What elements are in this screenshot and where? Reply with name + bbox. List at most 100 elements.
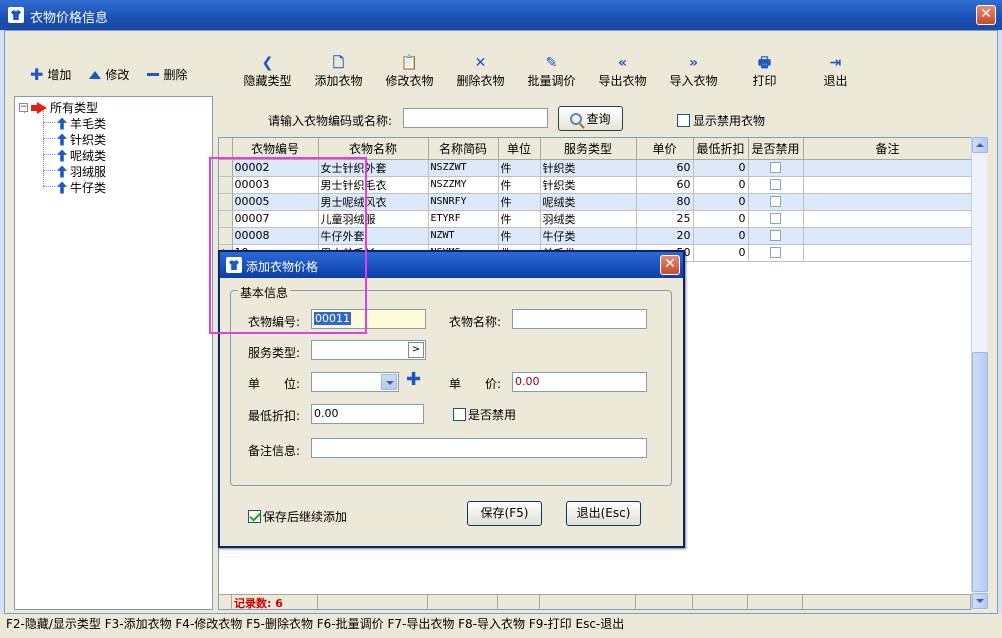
checkbox-icon[interactable]: [677, 114, 690, 127]
checkbox-icon[interactable]: [770, 179, 781, 190]
tree-node-down-jacket[interactable]: 羽绒服: [57, 163, 106, 180]
table-row[interactable]: 00008 牛仔外套 NZWT 件 牛仔类 20 0: [219, 227, 973, 245]
cell-name: 牛仔外套: [318, 227, 429, 245]
continue-add-checkbox[interactable]: 保存后继续添加: [248, 508, 347, 525]
tree-node-wool[interactable]: 羊毛类: [57, 115, 106, 132]
row-indicator: [219, 159, 233, 177]
cell-remark: [803, 159, 973, 177]
disabled-checkbox[interactable]: 是否禁用: [453, 406, 516, 423]
cell-disabled[interactable]: [748, 227, 804, 245]
cell-unit: 件: [498, 227, 541, 245]
cell-disabled[interactable]: [748, 193, 804, 211]
search-input[interactable]: [403, 108, 548, 128]
tree-root-all-types[interactable]: − 所有类型: [19, 99, 98, 116]
header-indicator: [219, 138, 233, 160]
remark-field[interactable]: [311, 438, 647, 458]
print-button[interactable]: 🖶 打印: [729, 54, 800, 89]
cell-abbr: NSNRFY: [428, 193, 499, 211]
checkbox-icon[interactable]: [770, 196, 781, 207]
cell-abbr: NSZZWT: [428, 159, 499, 177]
chevron-down-icon[interactable]: [381, 374, 397, 390]
show-disabled-label: 显示禁用衣物: [693, 114, 766, 128]
add-unit-plus-icon[interactable]: ✚: [406, 369, 421, 390]
checkbox-icon[interactable]: [770, 213, 781, 224]
window-titlebar: 衣物价格信息 ✕: [0, 0, 1002, 30]
cell-disabled[interactable]: [748, 210, 804, 228]
checkbox-icon[interactable]: [770, 247, 781, 258]
tree-root-label: 所有类型: [50, 101, 99, 115]
price-field[interactable]: 0.00: [512, 372, 647, 392]
minus-icon: [147, 73, 160, 76]
show-disabled-checkbox[interactable]: 显示禁用衣物: [677, 112, 765, 129]
window-close-button[interactable]: ✕: [976, 5, 996, 25]
disabled-label: 是否禁用: [468, 408, 517, 422]
header-code[interactable]: 衣物编号: [232, 138, 319, 160]
checkbox-icon[interactable]: [453, 408, 466, 421]
query-button[interactable]: 查询: [558, 106, 623, 131]
tree-node-woolen-cloth[interactable]: 呢绒类: [57, 147, 106, 164]
browse-ellipsis-icon[interactable]: >: [408, 342, 424, 358]
checkbox-icon[interactable]: [770, 230, 781, 241]
cell-discount: 0: [693, 193, 749, 211]
edit-type-button[interactable]: 修改: [89, 66, 129, 83]
scroll-thumb[interactable]: [972, 352, 988, 592]
import-clothing-button[interactable]: » 导入衣物: [658, 54, 729, 89]
tree-node-denim[interactable]: 牛仔类: [57, 179, 106, 196]
batch-price-button[interactable]: ✎ 批量调价: [516, 54, 587, 89]
dialog-close-button[interactable]: ✕: [660, 255, 680, 275]
edit-clothing-label: 修改衣物: [385, 74, 434, 88]
cell-disabled[interactable]: [748, 159, 804, 177]
name-label: 衣物名称:: [449, 315, 502, 329]
add-clothing-button[interactable]: 🗋 添加衣物: [303, 54, 374, 89]
save-button[interactable]: 保存(F5): [467, 501, 542, 526]
cell-discount: 0: [693, 159, 749, 177]
search-bar: 请输入衣物编码或名称: 查询 显示禁用衣物: [218, 96, 998, 136]
table-vertical-scrollbar[interactable]: [971, 137, 988, 610]
table-row[interactable]: 00005 男士呢绒风衣 NSNRFY 件 呢绒类 80 0: [219, 193, 973, 211]
dialog-exit-button[interactable]: 退出(Esc): [566, 501, 641, 526]
delete-clothing-button[interactable]: ✕ 删除衣物: [445, 54, 516, 89]
cell-price: 80: [636, 193, 694, 211]
header-price[interactable]: 单价: [636, 138, 694, 160]
delete-type-button[interactable]: 删除: [147, 66, 187, 83]
header-discount[interactable]: 最低折扣: [693, 138, 749, 160]
name-field[interactable]: [512, 309, 647, 329]
header-name[interactable]: 衣物名称: [318, 138, 429, 160]
pen-icon: ✎: [545, 55, 558, 71]
tree-node-knit[interactable]: 针织类: [57, 131, 106, 148]
header-service-type[interactable]: 服务类型: [540, 138, 637, 160]
dialog-titlebar: 添加衣物价格 ✕: [220, 252, 683, 278]
cell-disabled[interactable]: [748, 176, 804, 194]
table-row[interactable]: 00003 男士针织毛衣 NSZZMY 件 针织类 60 0: [219, 176, 973, 194]
discount-field[interactable]: 0.00: [311, 404, 424, 424]
scroll-up-button[interactable]: [972, 137, 988, 153]
cell-disabled[interactable]: [748, 244, 804, 262]
service-type-field[interactable]: >: [311, 340, 426, 360]
checkbox-checked-icon[interactable]: [248, 510, 261, 523]
unit-select[interactable]: [311, 372, 399, 392]
exit-button[interactable]: ⇥ 退出: [800, 54, 871, 89]
app-icon: [8, 7, 24, 23]
table-row[interactable]: 00002 女士针织外套 NSZZWT 件 针织类 60 0: [219, 159, 973, 177]
up-arrow-icon: [57, 149, 67, 162]
checkbox-icon[interactable]: [770, 162, 781, 173]
cell-discount: 0: [693, 227, 749, 245]
header-remark[interactable]: 备注: [803, 138, 973, 160]
add-type-button[interactable]: ✚ 增加: [30, 66, 71, 83]
scroll-down-button[interactable]: [972, 593, 988, 609]
table-header: 衣物编号 衣物名称 名称简码 单位 服务类型 单价 最低折扣 是否禁用 备注: [219, 138, 973, 160]
edit-clothing-button[interactable]: 📋 修改衣物: [374, 54, 445, 89]
header-abbr[interactable]: 名称简码: [428, 138, 499, 160]
cell-remark: [803, 193, 973, 211]
table-row[interactable]: 00007 儿童羽绒服 ETYRF 件 羽绒类 25 0: [219, 210, 973, 228]
code-field[interactable]: 00011: [311, 309, 426, 329]
cell-service-type: 羽绒类: [540, 210, 637, 228]
header-unit[interactable]: 单位: [498, 138, 541, 160]
cell-service-type: 呢绒类: [540, 193, 637, 211]
add-clothing-label: 添加衣物: [314, 74, 363, 88]
collapse-toggle-icon[interactable]: −: [19, 103, 28, 112]
hide-type-button[interactable]: ❮ 隐藏类型: [232, 54, 303, 89]
discount-label: 最低折扣:: [248, 409, 301, 423]
header-disabled[interactable]: 是否禁用: [748, 138, 804, 160]
export-clothing-button[interactable]: « 导出衣物: [587, 54, 658, 89]
